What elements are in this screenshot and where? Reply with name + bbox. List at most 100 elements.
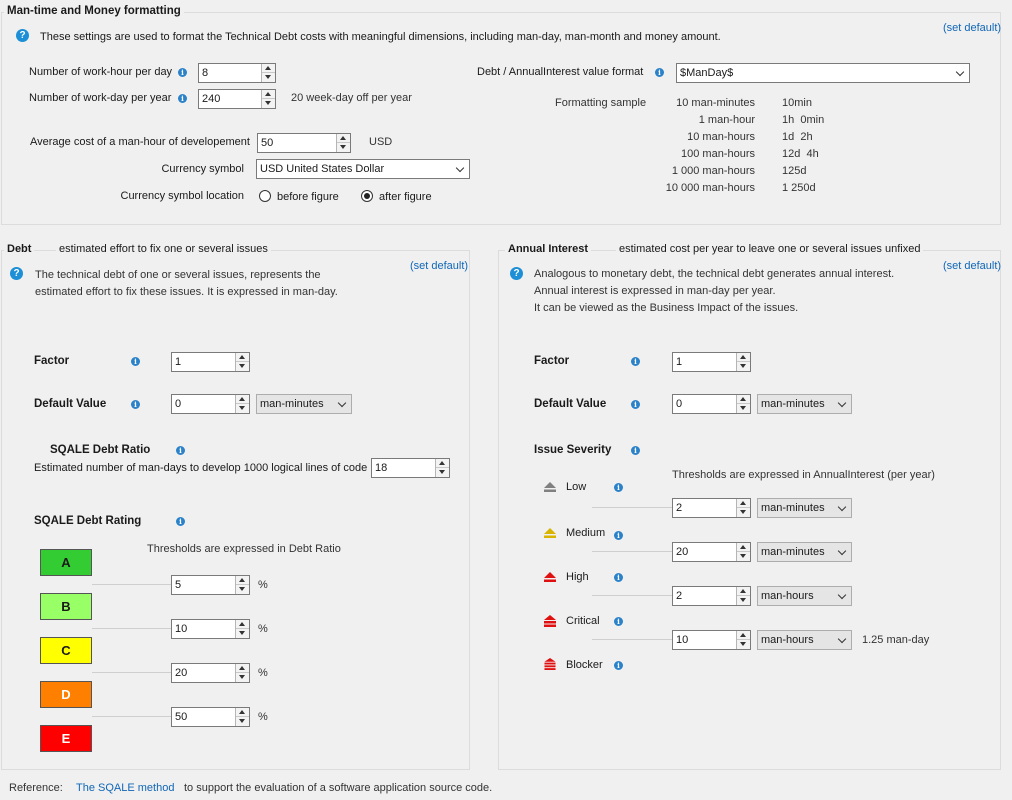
- divider: [92, 672, 172, 673]
- sample-input: 100 man-hours: [681, 148, 755, 160]
- debt-default-unit: man-minutes: [260, 398, 324, 410]
- spin-up-button[interactable]: [436, 459, 449, 468]
- severity-threshold-stepper[interactable]: 20: [672, 542, 751, 562]
- chevron-down-icon: [837, 634, 847, 644]
- spin-down-button[interactable]: [737, 640, 750, 649]
- after-figure-label[interactable]: after figure: [379, 191, 432, 203]
- interest-factor-stepper[interactable]: 1: [672, 352, 751, 372]
- currency-select[interactable]: USD United States Dollar: [256, 159, 470, 179]
- spin-up-button[interactable]: [737, 543, 750, 552]
- info-icon: i: [178, 94, 187, 103]
- percent-unit: %: [258, 623, 268, 635]
- severity-threshold-unit-select[interactable]: man-minutes: [757, 542, 852, 562]
- spin-down-button[interactable]: [236, 717, 249, 726]
- spin-down-button[interactable]: [262, 73, 275, 82]
- severity-threshold-unit-select[interactable]: man-hours: [757, 586, 852, 606]
- work-day-label: Number of work-day per year: [29, 92, 172, 104]
- cost-unit: USD: [369, 136, 393, 148]
- severity-threshold-unit-select[interactable]: man-hours: [757, 630, 852, 650]
- spin-up-button[interactable]: [737, 395, 750, 404]
- spin-up-button[interactable]: [236, 353, 249, 362]
- info-icon: i: [614, 483, 623, 492]
- severity-high-icon: [544, 572, 556, 582]
- chevron-down-icon: [955, 67, 965, 77]
- spin-up-button[interactable]: [236, 395, 249, 404]
- debt-set-default-link[interactable]: (set default): [410, 260, 468, 272]
- work-day-note: 20 week-day off per year: [291, 92, 412, 104]
- spin-down-button[interactable]: [236, 585, 249, 594]
- spin-down-button[interactable]: [262, 99, 275, 108]
- money-set-default-link[interactable]: (set default): [943, 22, 1001, 34]
- chevron-down-icon: [837, 546, 847, 556]
- work-day-stepper[interactable]: 240: [198, 89, 276, 109]
- spin-down-button[interactable]: [436, 468, 449, 477]
- interest-group-subtitle: estimated cost per year to leave one or …: [616, 243, 924, 255]
- spin-up-button[interactable]: [737, 353, 750, 362]
- interest-default-stepper[interactable]: 0: [672, 394, 751, 414]
- cost-stepper[interactable]: 50: [257, 133, 351, 153]
- spin-up-button[interactable]: [236, 708, 249, 717]
- severity-threshold-stepper[interactable]: 2: [672, 498, 751, 518]
- severity-low-icon: [544, 482, 556, 492]
- spin-down-button[interactable]: [737, 404, 750, 413]
- severity-critical-label: Critical: [566, 615, 600, 627]
- sample-output: 1h 0min: [782, 114, 825, 126]
- divider: [592, 595, 672, 596]
- spin-up-button[interactable]: [737, 499, 750, 508]
- rating-threshold-stepper[interactable]: 5: [171, 575, 250, 595]
- info-icon: i: [131, 357, 140, 366]
- interest-set-default-link[interactable]: (set default): [943, 260, 1001, 272]
- debt-default-label: Default Value: [34, 398, 107, 410]
- spin-up-button[interactable]: [262, 64, 275, 73]
- spin-down-button[interactable]: [737, 362, 750, 371]
- help-icon: ?: [10, 267, 23, 280]
- before-figure-radio[interactable]: [259, 190, 271, 202]
- spin-up-button[interactable]: [737, 631, 750, 640]
- spin-up-button[interactable]: [337, 134, 350, 143]
- severity-high-label: High: [566, 571, 589, 583]
- before-figure-label[interactable]: before figure: [277, 191, 339, 203]
- interest-description-1: Analogous to monetary debt, the technica…: [534, 268, 895, 280]
- divider: [92, 716, 172, 717]
- rating-d-badge: D: [40, 681, 92, 708]
- rating-threshold-value: 5: [175, 579, 182, 591]
- format-select[interactable]: $ManDay$: [676, 63, 970, 83]
- spin-down-button[interactable]: [236, 629, 249, 638]
- rating-b-badge: B: [40, 593, 92, 620]
- severity-threshold-stepper[interactable]: 2: [672, 586, 751, 606]
- rating-threshold-stepper[interactable]: 50: [171, 707, 250, 727]
- rating-threshold-stepper[interactable]: 10: [171, 619, 250, 639]
- spin-up-button[interactable]: [236, 576, 249, 585]
- spin-down-button[interactable]: [737, 596, 750, 605]
- severity-threshold-stepper[interactable]: 10: [672, 630, 751, 650]
- sqale-method-link[interactable]: The SQALE method: [76, 782, 174, 794]
- divider: [92, 584, 172, 585]
- interest-default-label: Default Value: [534, 398, 607, 410]
- debt-default-unit-select[interactable]: man-minutes: [256, 394, 352, 414]
- debt-factor-stepper[interactable]: 1: [171, 352, 250, 372]
- divider: [592, 507, 672, 508]
- spin-down-button[interactable]: [337, 143, 350, 152]
- spin-up-button[interactable]: [262, 90, 275, 99]
- spin-up-button[interactable]: [236, 620, 249, 629]
- spin-down-button[interactable]: [737, 508, 750, 517]
- rating-threshold-stepper[interactable]: 20: [171, 663, 250, 683]
- ratio-stepper[interactable]: 18: [371, 458, 450, 478]
- info-icon: i: [178, 68, 187, 77]
- spin-down-button[interactable]: [236, 404, 249, 413]
- spin-up-button[interactable]: [737, 587, 750, 596]
- spin-down-button[interactable]: [236, 362, 249, 371]
- work-hour-stepper[interactable]: 8: [198, 63, 276, 83]
- severity-blocker-label: Blocker: [566, 659, 603, 671]
- severity-label: Issue Severity: [534, 444, 612, 456]
- after-figure-radio[interactable]: [361, 190, 373, 202]
- format-label: Debt / AnnualInterest value format: [477, 66, 644, 78]
- money-description: These settings are used to format the Te…: [40, 31, 721, 43]
- debt-default-stepper[interactable]: 0: [171, 394, 250, 414]
- spin-up-button[interactable]: [236, 664, 249, 673]
- interest-default-unit-select[interactable]: man-minutes: [757, 394, 852, 414]
- chevron-down-icon: [837, 398, 847, 408]
- severity-threshold-unit-select[interactable]: man-minutes: [757, 498, 852, 518]
- spin-down-button[interactable]: [737, 552, 750, 561]
- spin-down-button[interactable]: [236, 673, 249, 682]
